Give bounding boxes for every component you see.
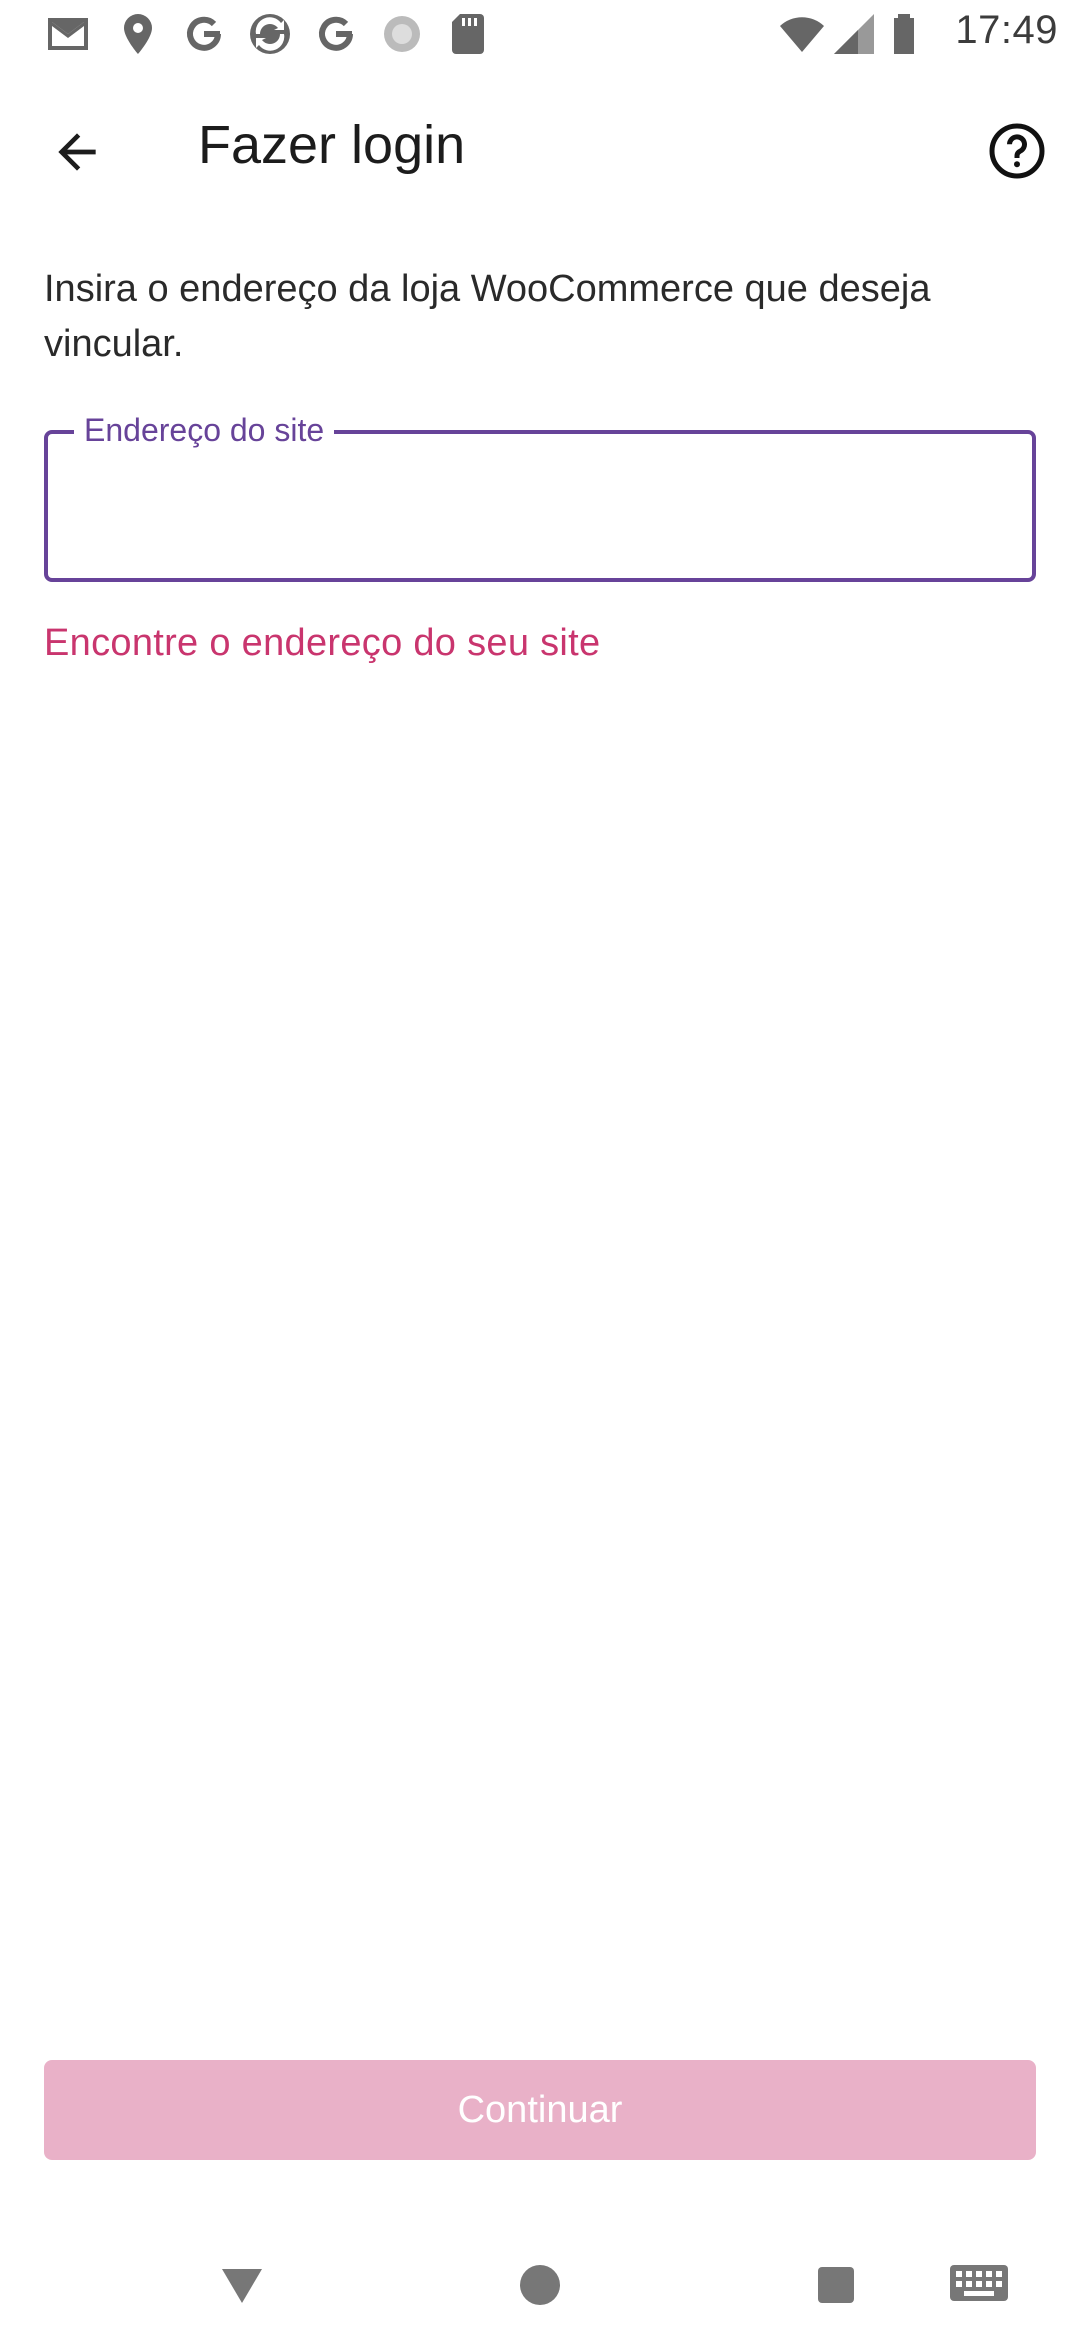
battery-icon bbox=[880, 10, 928, 58]
help-button[interactable] bbox=[980, 110, 1054, 192]
google-icon bbox=[180, 10, 228, 58]
sync-app-icon bbox=[246, 10, 294, 58]
nav-home-button[interactable] bbox=[510, 2250, 570, 2320]
square-recents-icon bbox=[818, 2267, 854, 2303]
site-address-field[interactable]: Endereço do site bbox=[44, 408, 1036, 582]
status-bar: 17:49 bbox=[0, 0, 1080, 66]
google-icon bbox=[312, 10, 360, 58]
triangle-back-icon bbox=[222, 2269, 262, 2303]
gmail-icon bbox=[44, 10, 92, 58]
cellular-signal-icon bbox=[830, 10, 878, 58]
app-bar: Fazer login bbox=[0, 80, 1080, 210]
instruction-text: Insira o endereço da loja WooCommerce qu… bbox=[44, 268, 931, 365]
keyboard-icon bbox=[950, 2265, 1008, 2301]
nav-back-button[interactable] bbox=[212, 2250, 272, 2320]
site-address-label: Endereço do site bbox=[74, 408, 335, 452]
page-title: Fazer login bbox=[198, 115, 466, 175]
circle-home-icon bbox=[520, 2265, 560, 2305]
status-time: 17:49 bbox=[955, 8, 1058, 52]
nav-keyboard-button[interactable] bbox=[948, 2250, 1010, 2320]
loading-icon bbox=[378, 10, 426, 58]
site-address-input[interactable] bbox=[78, 474, 998, 538]
wifi-icon bbox=[778, 10, 826, 58]
sd-card-icon bbox=[444, 10, 492, 58]
location-icon bbox=[114, 10, 162, 58]
system-nav-bar bbox=[0, 2230, 1080, 2340]
find-site-address-link[interactable]: Encontre o endereço do seu site bbox=[44, 622, 600, 665]
continue-button[interactable]: Continuar bbox=[44, 2060, 1036, 2160]
arrow-left-icon bbox=[58, 133, 96, 171]
back-button[interactable] bbox=[32, 110, 122, 194]
nav-recents-button[interactable] bbox=[806, 2250, 866, 2320]
help-icon bbox=[989, 123, 1045, 179]
